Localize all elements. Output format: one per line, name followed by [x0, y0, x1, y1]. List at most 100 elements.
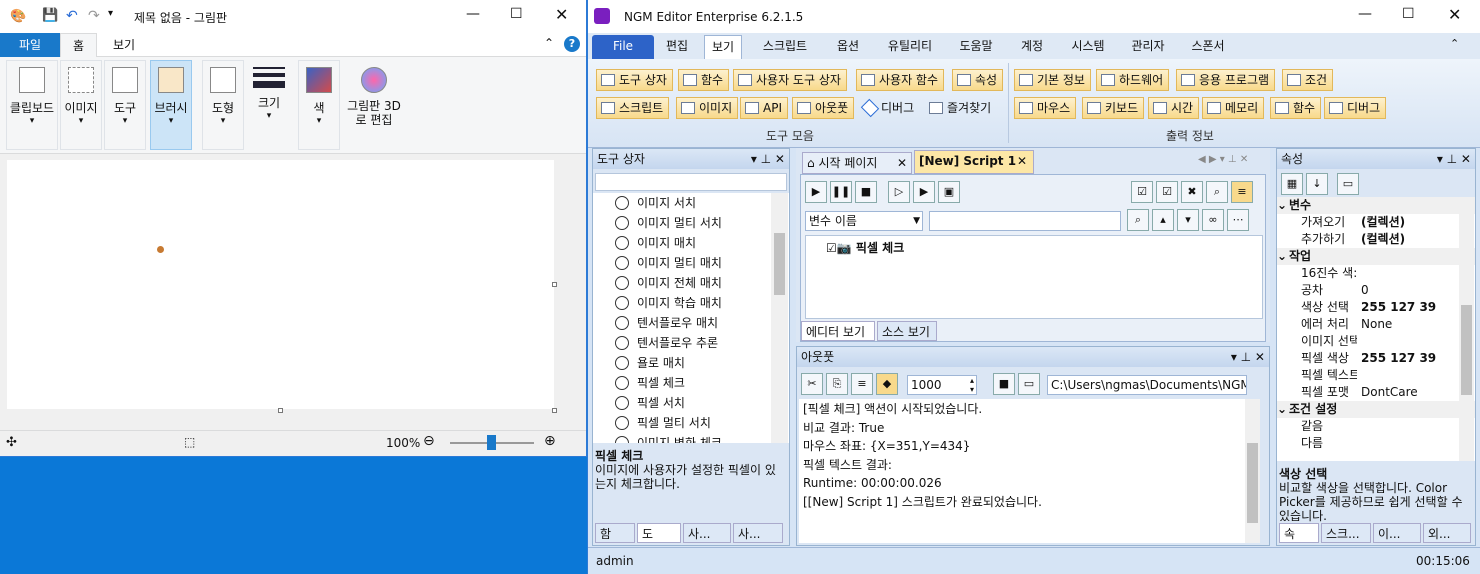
property-value[interactable]: DontCare — [1361, 384, 1418, 401]
doc-icon[interactable]: ⎘ — [826, 373, 848, 395]
output-hardware-button[interactable]: 하드웨어 — [1096, 69, 1170, 91]
search-icon[interactable]: ⌕ — [1127, 209, 1149, 231]
property-row[interactable]: 가져오기 (컬렉션) — [1277, 214, 1475, 231]
clean-icon[interactable]: ✂ — [801, 373, 823, 395]
property-pages-icon[interactable]: ▭ — [1337, 173, 1359, 195]
collapse-toolbar-icon[interactable]: ⌃ — [1450, 37, 1459, 50]
property-row[interactable]: 픽셀 색상 255 127 39 — [1277, 350, 1475, 367]
property-value[interactable]: (컬렉션) — [1361, 231, 1405, 248]
undo-icon[interactable]: ↶ — [66, 8, 78, 24]
toolbar-debug-button[interactable]: 디버그 — [858, 97, 920, 119]
output-scrollbar[interactable] — [1245, 399, 1260, 543]
tools-group[interactable]: 도구 ▾ — [104, 60, 146, 150]
ngm-close-button[interactable]: ✕ — [1448, 5, 1461, 24]
more-icon[interactable]: ⋯ — [1227, 209, 1249, 231]
toolbox-item[interactable]: 픽셀 체크 — [615, 373, 685, 393]
step-into-icon[interactable]: ▶ — [913, 181, 935, 203]
output-basic-info-button[interactable]: 기본 정보 — [1014, 69, 1091, 91]
zoom-icon[interactable]: ⌕ — [1206, 181, 1228, 203]
property-category[interactable]: ⌄ 작업 — [1277, 248, 1475, 265]
tab-editor-view[interactable]: 에디터 보기 — [801, 321, 875, 341]
menu-utility[interactable]: 유틸리티 — [880, 35, 940, 59]
tab-start-page[interactable]: ⌂ 시작 페이지 ✕ — [802, 152, 912, 174]
property-value[interactable]: 0 — [1361, 282, 1369, 299]
menu-system[interactable]: 시스템 — [1064, 35, 1112, 59]
tab-home[interactable]: 홈 — [60, 33, 97, 57]
tree-icon[interactable]: ≡ — [1231, 181, 1253, 203]
ngm-maximize-button[interactable]: ☐ — [1402, 6, 1415, 22]
toolbox-item[interactable]: 이미지 멀티 매치 — [615, 253, 722, 273]
menu-edit[interactable]: 편집 — [658, 35, 696, 59]
menu-script[interactable]: 스크립트 — [754, 35, 816, 59]
checkbox-icon[interactable]: ☑ — [826, 241, 837, 255]
property-value[interactable]: 255 127 39 — [1361, 350, 1436, 367]
toolbar-api-button[interactable]: API — [740, 97, 788, 119]
tab-file[interactable]: 파일 — [0, 33, 60, 57]
tab-nav-icons[interactable]: ◀ ▶ ▾ ⊥ ✕ — [1198, 154, 1248, 165]
property-row[interactable]: 이미지 선택 — [1277, 333, 1475, 350]
property-row[interactable]: 같음 — [1277, 418, 1475, 435]
toolbox-item[interactable]: 이미지 전체 매치 — [615, 273, 722, 293]
variable-dropdown[interactable]: 변수 이름 ▼ — [805, 211, 923, 231]
categorized-icon[interactable]: ▦ — [1281, 173, 1303, 195]
bottom-tab-script[interactable]: 스크... — [1321, 523, 1371, 543]
image-group[interactable]: 이미지 ▾ — [60, 60, 102, 150]
output-mouse-button[interactable]: 마우스 — [1014, 97, 1077, 119]
resize-handle-corner[interactable] — [552, 408, 557, 413]
eraser-icon[interactable]: ◆ — [876, 373, 898, 395]
bottom-tab-api[interactable]: 외... — [1423, 523, 1471, 543]
output-function-button[interactable]: 함수 — [1270, 97, 1322, 119]
property-row[interactable]: 공차 0 — [1277, 282, 1475, 299]
script-tree[interactable]: ☑📷 픽셀 체크 — [805, 235, 1263, 319]
paint-canvas[interactable] — [7, 160, 557, 413]
toolbox-item[interactable]: 이미지 매치 — [615, 233, 696, 253]
toolbar-favorites-button[interactable]: 즐겨찾기 — [924, 97, 997, 119]
menu-help[interactable]: 도움말 — [952, 35, 1000, 59]
ngm-minimize-button[interactable]: — — [1358, 6, 1372, 22]
down-icon[interactable]: ▾ — [1177, 209, 1199, 231]
collapse-ribbon-icon[interactable]: ⌃ — [544, 36, 554, 50]
tab-script-1[interactable]: [New] Script 1 ✕ — [914, 150, 1034, 174]
toolbox-item[interactable]: 이미지 학습 매치 — [615, 293, 722, 313]
toolbar-properties-button[interactable]: 속성 — [952, 69, 1004, 91]
zoom-out-icon[interactable]: ⊖ — [423, 433, 435, 449]
output-path-field[interactable]: C:\Users\ngmas\Documents\NGM6\ — [1047, 375, 1247, 395]
tab-source-view[interactable]: 소스 보기 — [877, 321, 937, 341]
bottom-tab-toolbox[interactable]: 도 — [637, 523, 681, 543]
output-debug-button[interactable]: 디버그 — [1324, 97, 1387, 119]
toolbox-item[interactable]: 이미지 멀티 서치 — [615, 213, 722, 233]
toolbox-item[interactable]: 이미지 변화 체크 — [615, 433, 722, 443]
toolbox-item[interactable]: 텐서플로우 매치 — [615, 313, 718, 333]
toolbox-item[interactable]: 욜로 매치 — [615, 353, 685, 373]
toolbar-image-button[interactable]: 이미지 — [676, 97, 739, 119]
property-row[interactable]: 픽셀 텍스트 — [1277, 367, 1475, 384]
bottom-tab-image[interactable]: 이... — [1373, 523, 1421, 543]
property-row[interactable]: 다름 — [1277, 435, 1475, 452]
line-count-stepper[interactable]: 1000 ▴ ▾ — [907, 375, 977, 395]
property-row[interactable]: 색상 선택 255 127 39 — [1277, 299, 1475, 316]
property-row[interactable]: 픽셀 포맷 DontCare — [1277, 384, 1475, 401]
close-button[interactable]: ✕ — [555, 5, 568, 24]
save-output-icon[interactable]: ■ — [993, 373, 1015, 395]
menu-sponsor[interactable]: 스폰서 — [1184, 35, 1232, 59]
paint3d-group[interactable]: 그림판 3D로 편집 — [346, 60, 402, 150]
output-panel-controls[interactable]: ▾ ⊥ ✕ — [1231, 347, 1265, 367]
shapes-group[interactable]: 도형 ▾ — [202, 60, 244, 150]
panel-pin-close-icons[interactable]: ▾ ⊥ ✕ — [751, 149, 785, 169]
bottom-tab-function[interactable]: 함 — [595, 523, 635, 543]
toolbox-search-input[interactable] — [595, 173, 787, 191]
toolbar-function-button[interactable]: 함수 — [678, 69, 730, 91]
property-category[interactable]: ⌄ 조건 설정 — [1277, 401, 1475, 418]
output-condition-button[interactable]: 조건 — [1282, 69, 1334, 91]
properties-panel-controls[interactable]: ▾ ⊥ ✕ — [1437, 149, 1471, 169]
property-value[interactable]: (컬렉션) — [1361, 214, 1405, 231]
zoom-in-icon[interactable]: ⊕ — [544, 433, 556, 449]
clipboard-group[interactable]: 클립보드 ▾ — [6, 60, 58, 150]
brushes-group[interactable]: 브러시 ▾ — [150, 60, 192, 150]
menu-view[interactable]: 보기 — [704, 35, 742, 59]
menu-account[interactable]: 계정 — [1012, 35, 1052, 59]
toolbar-script-button[interactable]: 스크립트 — [596, 97, 670, 119]
step-icon[interactable]: ▷ — [888, 181, 910, 203]
toolbar-user-toolbox-button[interactable]: 사용자 도구 상자 — [733, 69, 847, 91]
help-icon[interactable]: ? — [564, 36, 580, 52]
